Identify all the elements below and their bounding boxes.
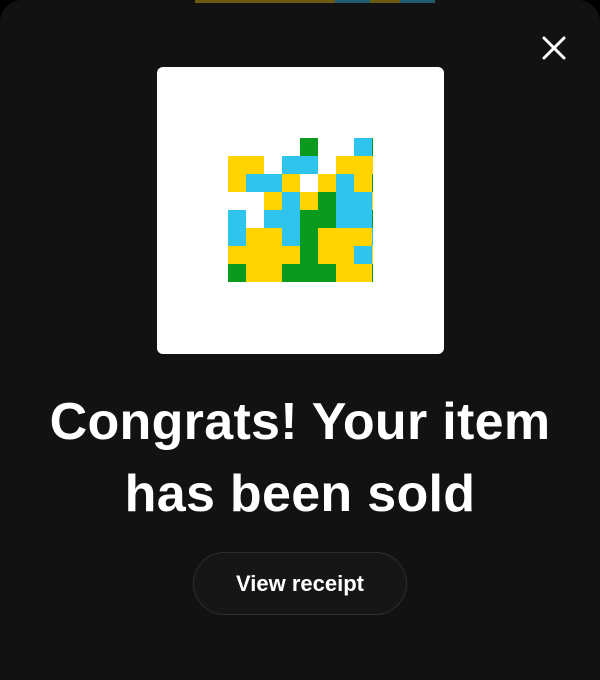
headline-line-2: has been sold [124, 465, 476, 523]
art-pixel [372, 174, 373, 192]
art-pixel [372, 192, 373, 210]
art-pixel [228, 228, 246, 246]
pixel-art-icon [228, 138, 373, 283]
art-pixel [354, 264, 372, 282]
art-pixel [318, 228, 336, 246]
art-pixel [372, 264, 373, 282]
art-pixel [300, 228, 318, 246]
art-pixel [264, 210, 282, 228]
art-pixel [336, 156, 354, 174]
art-pixel [246, 156, 264, 174]
sold-headline: Congrats! Your item has been sold [0, 386, 600, 530]
art-pixel [372, 246, 373, 264]
view-receipt-button[interactable]: View receipt [193, 552, 407, 615]
close-icon [542, 36, 566, 60]
sold-dialog: Congrats! Your item has been sold View r… [0, 0, 600, 680]
art-pixel [246, 174, 264, 192]
art-pixel [318, 192, 336, 210]
art-pixel [354, 192, 372, 210]
art-pixel [228, 210, 246, 228]
art-pixel [300, 264, 318, 282]
art-pixel [336, 228, 354, 246]
art-pixel [282, 174, 300, 192]
art-pixel [336, 264, 354, 282]
art-pixel [354, 156, 372, 174]
art-pixel [228, 174, 246, 192]
art-pixel [282, 210, 300, 228]
art-pixel [372, 210, 373, 228]
art-pixel [300, 210, 318, 228]
art-pixel [354, 246, 372, 264]
art-pixel [264, 192, 282, 210]
background-artwork-edge [195, 0, 435, 3]
close-button[interactable] [536, 30, 572, 66]
art-pixel [282, 246, 300, 264]
art-pixel [354, 228, 372, 246]
art-pixel [300, 192, 318, 210]
art-pixel [318, 174, 336, 192]
art-pixel [246, 246, 264, 264]
art-pixel [372, 156, 373, 174]
art-pixel [372, 228, 373, 246]
art-pixel [264, 228, 282, 246]
art-pixel [336, 210, 354, 228]
art-pixel [264, 174, 282, 192]
art-pixel [300, 138, 318, 156]
art-pixel [246, 264, 264, 282]
art-pixel [336, 174, 354, 192]
art-pixel [300, 246, 318, 264]
art-pixel [354, 138, 372, 156]
art-pixel [372, 138, 373, 156]
art-pixel [318, 246, 336, 264]
art-pixel [228, 264, 246, 282]
art-pixel [228, 246, 246, 264]
art-pixel [336, 246, 354, 264]
art-pixel [300, 156, 318, 174]
art-pixel [282, 264, 300, 282]
art-pixel [282, 228, 300, 246]
art-pixel [336, 192, 354, 210]
art-pixel [354, 174, 372, 192]
art-pixel [318, 210, 336, 228]
art-pixel [228, 156, 246, 174]
art-pixel [354, 210, 372, 228]
art-pixel [282, 156, 300, 174]
art-pixel [264, 264, 282, 282]
headline-line-1: Congrats! Your item [49, 393, 551, 451]
art-pixel [318, 264, 336, 282]
art-pixel [264, 246, 282, 264]
item-artwork-card [157, 67, 444, 354]
art-pixel [246, 228, 264, 246]
art-pixel [282, 192, 300, 210]
